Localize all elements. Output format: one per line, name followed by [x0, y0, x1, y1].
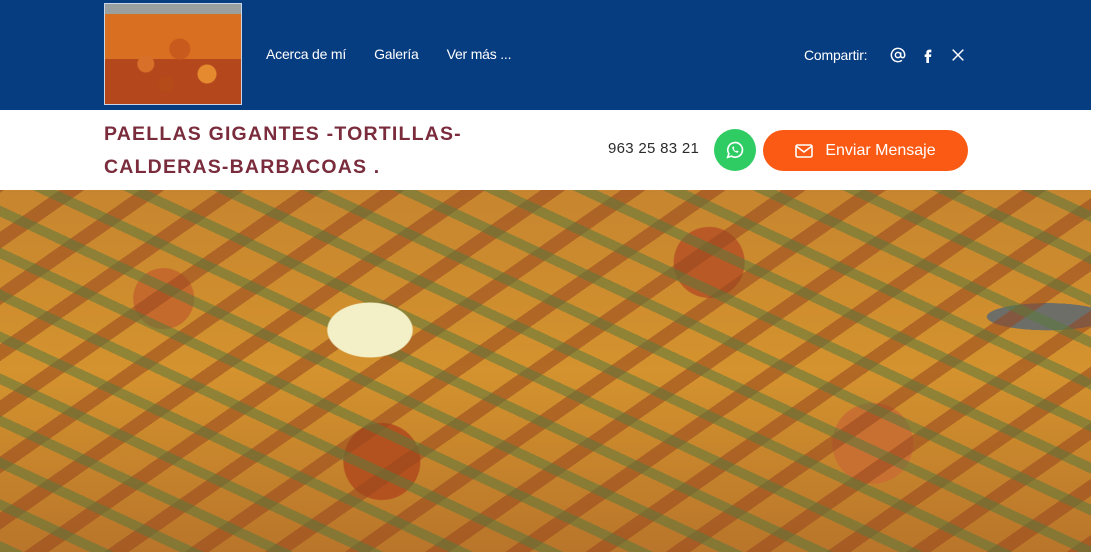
nav-item-about[interactable]: Acerca de mí [266, 46, 346, 62]
hero-image [0, 190, 1091, 552]
logo-image[interactable] [104, 3, 242, 105]
main-nav: Acerca de mí Galería Ver más ... [266, 46, 512, 62]
send-message-label: Enviar Mensaje [825, 141, 936, 159]
top-header: Acerca de mí Galería Ver más ... Compart… [0, 0, 1091, 110]
share-bar: Compartir: [804, 46, 979, 64]
whatsapp-icon [726, 141, 744, 159]
x-icon[interactable] [949, 46, 967, 64]
nav-item-more[interactable]: Ver más ... [447, 46, 512, 62]
envelope-icon [795, 143, 814, 158]
phone-number[interactable]: 963 25 83 21 [608, 140, 699, 157]
send-message-button[interactable]: Enviar Mensaje [763, 130, 968, 171]
nav-item-gallery[interactable]: Galería [374, 46, 419, 62]
at-sign-icon[interactable] [889, 46, 907, 64]
share-label: Compartir: [804, 47, 868, 63]
whatsapp-button[interactable] [714, 129, 756, 171]
business-title: PAELLAS GIGANTES -TORTILLAS- CALDERAS-BA… [104, 123, 462, 178]
facebook-icon[interactable] [919, 46, 937, 64]
